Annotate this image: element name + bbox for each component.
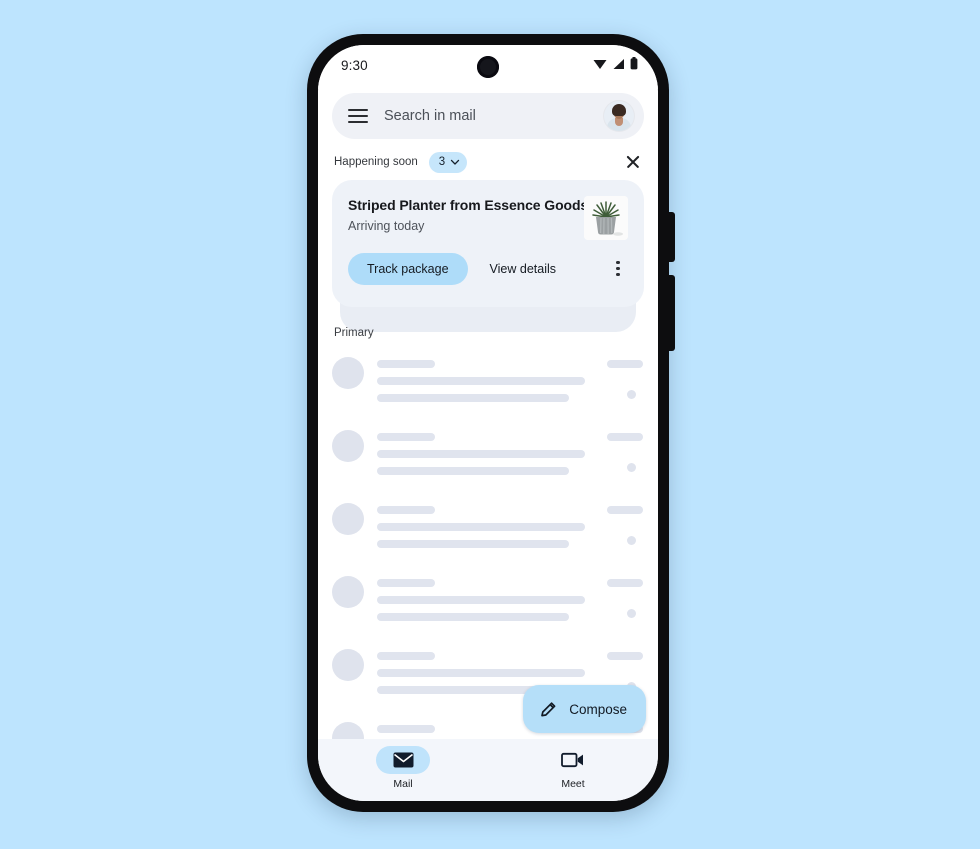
package-card[interactable]: Striped Planter from Essence Goods Arriv… <box>332 180 644 307</box>
search-input[interactable]: Search in mail <box>384 108 604 124</box>
subject-placeholder <box>377 669 585 677</box>
track-package-button[interactable]: Track package <box>348 252 468 285</box>
pencil-icon <box>541 701 556 716</box>
happening-soon-card-stack: Striped Planter from Essence Goods Arriv… <box>332 180 644 332</box>
subject-placeholder <box>377 596 585 604</box>
compose-label: Compose <box>569 701 627 717</box>
list-item[interactable] <box>318 422 658 495</box>
snippet-placeholder <box>377 394 569 402</box>
subject-placeholder <box>377 377 585 385</box>
bottom-navigation-bar: Mail Meet <box>318 739 658 801</box>
package-title: Striped Planter from Essence Goods <box>348 197 589 213</box>
video-camera-icon <box>561 752 583 768</box>
timestamp-placeholder <box>607 579 643 587</box>
potted-plant-image <box>584 196 628 240</box>
snippet-placeholder <box>377 467 569 475</box>
chevron-down-icon <box>451 159 460 165</box>
view-details-button[interactable]: View details <box>490 262 556 276</box>
happening-soon-count: 3 <box>438 156 446 168</box>
avatar[interactable] <box>604 101 634 131</box>
timestamp-placeholder <box>607 360 643 368</box>
avatar <box>332 357 364 389</box>
subject-placeholder <box>377 523 585 531</box>
primary-section-label: Primary <box>334 327 374 339</box>
avatar <box>332 430 364 462</box>
phone-power-button[interactable] <box>669 275 675 351</box>
nav-label-mail: Mail <box>393 778 413 790</box>
sender-placeholder <box>377 579 435 587</box>
status-bar-time: 9:30 <box>341 58 368 73</box>
more-vertical-icon[interactable] <box>608 259 628 279</box>
battery-icon <box>630 57 638 70</box>
star-icon[interactable] <box>627 463 636 472</box>
star-icon[interactable] <box>627 609 636 618</box>
timestamp-placeholder <box>607 652 643 660</box>
nav-active-pill-mail <box>376 746 430 774</box>
happening-soon-count-chip[interactable]: 3 <box>428 151 468 173</box>
nav-item-meet[interactable]: Meet <box>488 739 658 801</box>
cellular-signal-icon <box>613 58 624 69</box>
phone-volume-button[interactable] <box>669 212 675 262</box>
star-icon[interactable] <box>627 536 636 545</box>
avatar <box>332 576 364 608</box>
list-item[interactable] <box>318 349 658 422</box>
sender-placeholder <box>377 506 435 514</box>
avatar <box>332 649 364 681</box>
compose-button[interactable]: Compose <box>523 685 646 733</box>
star-icon[interactable] <box>627 390 636 399</box>
close-icon[interactable] <box>624 153 642 171</box>
sender-placeholder <box>377 360 435 368</box>
status-bar-icons <box>593 57 638 70</box>
timestamp-placeholder <box>607 506 643 514</box>
nav-label-meet: Meet <box>561 778 585 790</box>
happening-soon-header: Happening soon 3 <box>318 148 658 176</box>
status-bar: 9:30 <box>318 45 658 89</box>
snippet-placeholder <box>377 613 569 621</box>
front-camera-punch-hole <box>477 56 499 78</box>
subject-placeholder <box>377 450 585 458</box>
nav-item-mail[interactable]: Mail <box>318 739 488 801</box>
package-card-actions: Track package View details <box>348 252 628 285</box>
search-bar[interactable]: Search in mail <box>332 93 644 139</box>
avatar <box>332 503 364 535</box>
wifi-icon <box>593 59 607 69</box>
sender-placeholder <box>377 725 435 733</box>
list-item[interactable] <box>318 568 658 641</box>
snippet-placeholder <box>377 540 569 548</box>
list-item[interactable] <box>318 495 658 568</box>
timestamp-placeholder <box>607 433 643 441</box>
sender-placeholder <box>377 433 435 441</box>
envelope-icon <box>393 752 413 768</box>
nav-pill-meet <box>546 746 600 774</box>
happening-soon-label: Happening soon <box>334 156 418 168</box>
sender-placeholder <box>377 652 435 660</box>
phone-screen: 9:30 Search in mail Happening soon 3 Str… <box>318 45 658 801</box>
hamburger-menu-icon[interactable] <box>348 109 368 123</box>
